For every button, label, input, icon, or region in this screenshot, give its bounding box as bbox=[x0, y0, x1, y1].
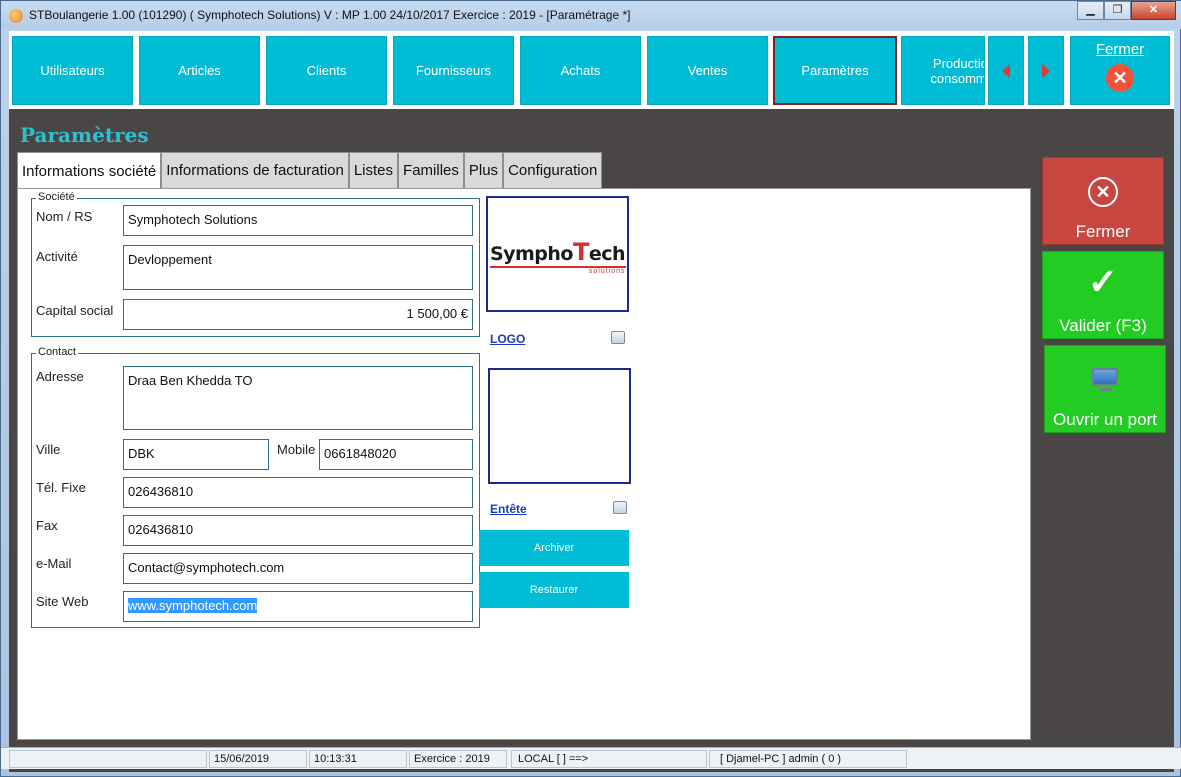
close-circle-icon: ✕ bbox=[1106, 64, 1134, 92]
contact-group: Contact Adresse Draa Ben Khedda TO Ville… bbox=[31, 346, 480, 628]
ville-label: Ville bbox=[36, 442, 61, 457]
mobile-label: Mobile bbox=[277, 442, 316, 457]
side-close-button[interactable]: ✕ Fermer bbox=[1042, 157, 1164, 245]
window-title: STBoulangerie 1.00 (101290) ( Symphotech… bbox=[29, 8, 631, 22]
site-label: Site Web bbox=[36, 594, 89, 609]
adresse-input[interactable]: Draa Ben Khedda TO bbox=[123, 366, 473, 430]
open-port-button[interactable]: Ouvrir un port bbox=[1044, 345, 1166, 433]
arrow-left-icon bbox=[1002, 63, 1010, 78]
status-empty bbox=[9, 750, 207, 768]
fax-label: Fax bbox=[36, 518, 58, 533]
tel-label: Tél. Fixe bbox=[36, 480, 86, 495]
tab-bar: Informations société Informations de fac… bbox=[17, 152, 603, 189]
nav-clients[interactable]: Clients bbox=[266, 36, 387, 105]
logo-brand-a: Sympho bbox=[489, 243, 574, 265]
status-local: LOCAL [ ] ==> bbox=[511, 750, 707, 768]
status-exercice: Exercice : 2019 bbox=[409, 750, 507, 768]
tab-informations-facturation[interactable]: Informations de facturation bbox=[161, 152, 349, 188]
site-value-selected: www.symphotech.com bbox=[128, 598, 258, 613]
nav-parametres[interactable]: Paramètres bbox=[773, 36, 897, 105]
app-icon bbox=[9, 9, 23, 23]
activite-label: Activité bbox=[36, 249, 78, 264]
top-close-label: Fermer bbox=[1095, 41, 1145, 58]
close-window-button[interactable]: ✕ bbox=[1131, 1, 1176, 20]
nom-input[interactable]: Symphotech Solutions bbox=[123, 205, 473, 236]
nav-achats[interactable]: Achats bbox=[520, 36, 641, 105]
tab-configuration[interactable]: Configuration bbox=[503, 152, 603, 188]
tab-plus[interactable]: Plus bbox=[463, 152, 504, 188]
restaurer-button[interactable]: Restaurer bbox=[479, 572, 629, 608]
tab-listes[interactable]: Listes bbox=[348, 152, 399, 188]
tab-familles[interactable]: Familles bbox=[398, 152, 464, 188]
app-window: STBoulangerie 1.00 (101290) ( Symphotech… bbox=[0, 0, 1181, 777]
company-logo: SymphoTech solutions bbox=[488, 238, 627, 276]
nav-utilisateurs[interactable]: Utilisateurs bbox=[12, 36, 133, 105]
title-bar: STBoulangerie 1.00 (101290) ( Symphotech… bbox=[1, 1, 1181, 29]
nav-articles[interactable]: Articles bbox=[139, 36, 260, 105]
nom-label: Nom / RS bbox=[36, 209, 93, 224]
monitor-icon bbox=[1092, 368, 1118, 386]
tab-content-panel: Société Nom / RS Symphotech Solutions Ac… bbox=[17, 188, 1031, 740]
arrow-right-icon bbox=[1042, 63, 1050, 78]
client-area: Utilisateurs Articles Clients Fournisseu… bbox=[9, 31, 1174, 772]
nav-production-label: Production consommat bbox=[930, 55, 984, 86]
nav-next-button[interactable] bbox=[1028, 36, 1064, 105]
page-title: Paramètres bbox=[20, 123, 149, 147]
email-input[interactable]: Contact@symphotech.com bbox=[123, 553, 473, 584]
mobile-input[interactable]: 0661848020 bbox=[319, 439, 473, 470]
archiver-button[interactable]: Archiver bbox=[479, 530, 629, 566]
logo-sub: solutions bbox=[588, 268, 626, 275]
capital-input[interactable]: 1 500,00 € bbox=[123, 299, 473, 330]
entete-image-box[interactable] bbox=[488, 368, 631, 484]
validate-label: Valider (F3) bbox=[1059, 316, 1147, 335]
status-date: 15/06/2019 bbox=[209, 750, 307, 768]
status-user: [ Djamel-PC ] admin ( 0 ) bbox=[709, 750, 907, 768]
maximize-button[interactable]: ❐ bbox=[1104, 1, 1131, 20]
minimize-button[interactable]: ▁ bbox=[1077, 1, 1104, 20]
adresse-label: Adresse bbox=[36, 369, 84, 384]
ville-input[interactable]: DBK bbox=[123, 439, 269, 470]
email-label: e-Mail bbox=[36, 556, 72, 571]
societe-group: Société Nom / RS Symphotech Solutions Ac… bbox=[31, 191, 480, 337]
nav-fournisseurs[interactable]: Fournisseurs bbox=[393, 36, 514, 105]
logo-link[interactable]: LOGO bbox=[490, 332, 525, 346]
fax-input[interactable]: 026436810 bbox=[123, 515, 473, 546]
site-input[interactable]: www.symphotech.com bbox=[123, 591, 473, 622]
top-navigation: Utilisateurs Articles Clients Fournisseu… bbox=[9, 31, 1174, 109]
nav-ventes[interactable]: Ventes bbox=[647, 36, 768, 105]
status-time: 10:13:31 bbox=[309, 750, 407, 768]
activite-input[interactable]: Devloppement bbox=[123, 245, 473, 290]
side-close-label: Fermer bbox=[1075, 222, 1131, 241]
societe-legend: Société bbox=[36, 191, 77, 203]
contact-legend: Contact bbox=[36, 346, 78, 358]
nav-production[interactable]: Production consommat bbox=[901, 36, 985, 105]
entete-link[interactable]: Entête bbox=[490, 502, 527, 516]
tel-input[interactable]: 026436810 bbox=[123, 477, 473, 508]
nav-prev-button[interactable] bbox=[988, 36, 1024, 105]
capital-label: Capital social bbox=[36, 303, 114, 318]
status-bar: 15/06/2019 10:13:31 Exercice : 2019 LOCA… bbox=[1, 747, 1181, 769]
validate-button[interactable]: ✓ Valider (F3) bbox=[1042, 251, 1164, 339]
browse-logo-icon[interactable] bbox=[611, 331, 625, 344]
tab-informations-societe[interactable]: Informations société bbox=[17, 152, 162, 189]
browse-entete-icon[interactable] bbox=[613, 501, 627, 514]
open-port-label: Ouvrir un port bbox=[1053, 410, 1157, 429]
checkmark-icon: ✓ bbox=[1087, 261, 1119, 302]
logo-brand: SymphoTech bbox=[488, 238, 627, 266]
close-circle-icon: ✕ bbox=[1088, 177, 1118, 207]
logo-image-box[interactable]: SymphoTech solutions bbox=[486, 196, 629, 312]
logo-brand-b: ech bbox=[588, 243, 626, 265]
monitor-stand-icon bbox=[1100, 388, 1112, 391]
window-controls: ▁ ❐ ✕ bbox=[1077, 1, 1176, 20]
logo-brand-t: T bbox=[573, 238, 589, 266]
top-close-button[interactable]: Fermer ✕ bbox=[1070, 36, 1170, 105]
